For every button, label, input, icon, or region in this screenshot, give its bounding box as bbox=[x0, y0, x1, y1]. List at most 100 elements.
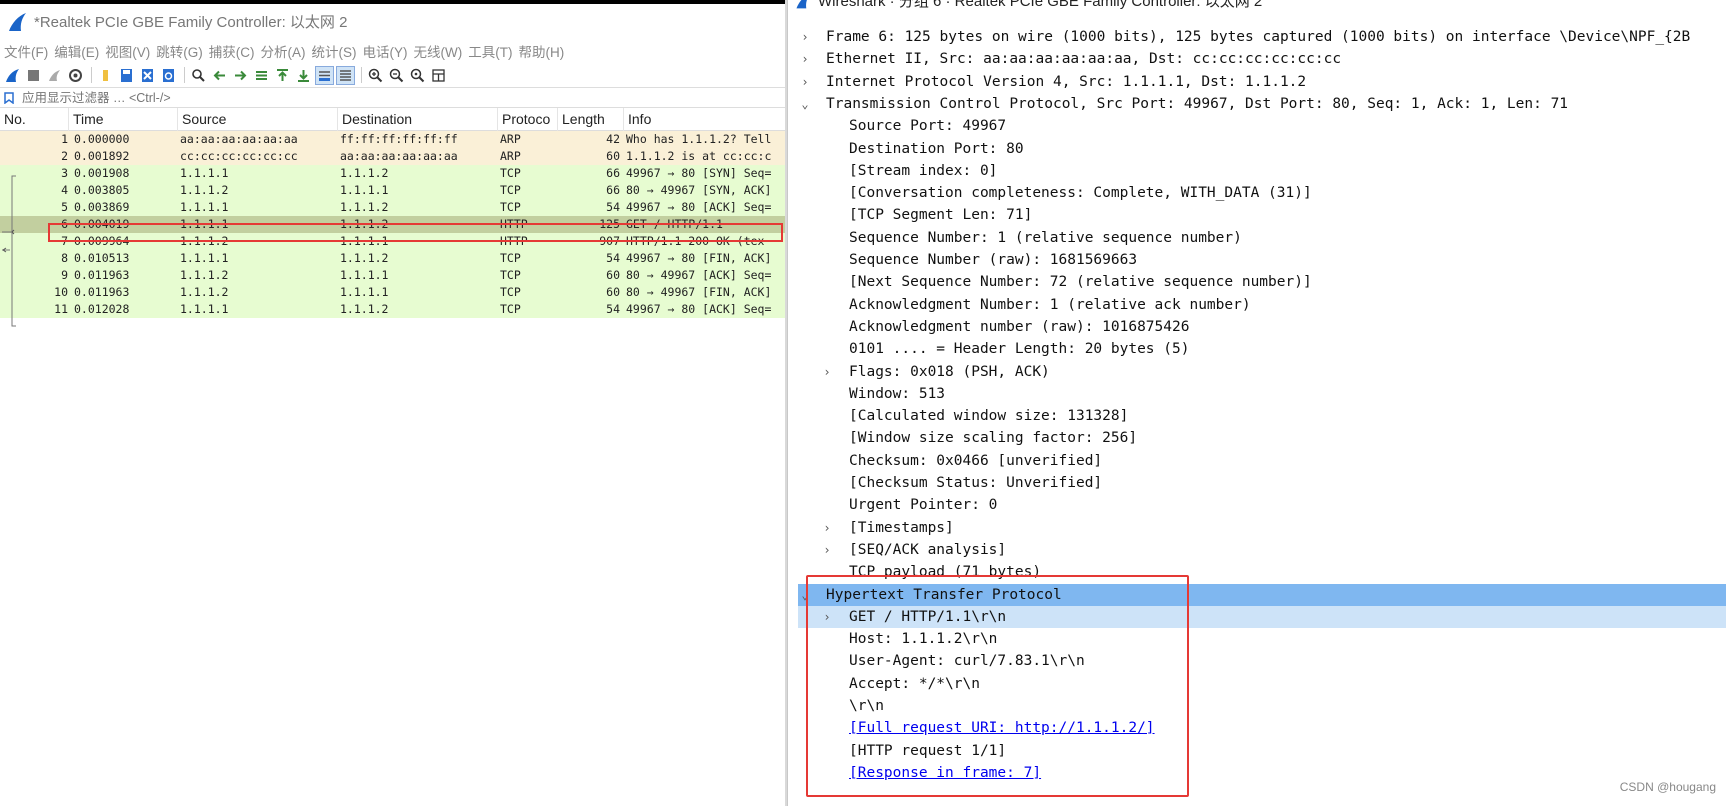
expanded-chevron-icon[interactable]: ⌄ bbox=[798, 584, 812, 606]
menu-item-10[interactable]: 帮助(H) bbox=[518, 41, 564, 61]
detail-tree-node[interactable]: User-Agent: curl/7.83.1\r\n bbox=[798, 650, 1726, 672]
detail-tree-node[interactable]: Urgent Pointer: 0 bbox=[798, 494, 1726, 516]
go-back-icon[interactable] bbox=[211, 67, 228, 84]
detail-tree-node[interactable]: Destination Port: 80 bbox=[798, 138, 1726, 160]
reload-file-icon[interactable] bbox=[160, 67, 177, 84]
detail-tree-node[interactable]: [Window size scaling factor: 256] bbox=[798, 427, 1726, 449]
detail-tree-node[interactable]: [Conversation completeness: Complete, WI… bbox=[798, 182, 1726, 204]
detail-tree-node[interactable]: [HTTP request 1/1] bbox=[798, 740, 1726, 762]
restart-capture-icon[interactable] bbox=[46, 67, 63, 84]
auto-scroll-icon[interactable] bbox=[315, 65, 334, 85]
find-packet-icon[interactable] bbox=[190, 67, 207, 84]
detail-tree-node[interactable]: Acknowledgment Number: 1 (relative ack n… bbox=[798, 294, 1726, 316]
detail-tree-node[interactable]: › Flags: 0x018 (PSH, ACK) bbox=[798, 361, 1726, 383]
resize-columns-icon[interactable] bbox=[430, 67, 447, 84]
menu-item-5[interactable]: 分析(A) bbox=[261, 41, 306, 61]
packet-row[interactable]: 3 0.001908 1.1.1.1 1.1.1.2 TCP 66 49967 → 80 [… bbox=[0, 165, 785, 182]
packet-row[interactable]: 4 0.003805 1.1.1.2 1.1.1.1 TCP 66 80 → 49967 [… bbox=[0, 182, 785, 199]
zoom-normal-icon[interactable] bbox=[409, 67, 426, 84]
detail-tree-node[interactable]: 0101 .... = Header Length: 20 bytes (5) bbox=[798, 338, 1726, 360]
detail-tree-node[interactable]: › GET / HTTP/1.1\r\n bbox=[798, 605, 1726, 629]
detail-tree-node[interactable]: Host: 1.1.1.2\r\n bbox=[798, 628, 1726, 650]
detail-tree-node[interactable]: Source Port: 49967 bbox=[798, 115, 1726, 137]
menu-item-1[interactable]: 编辑(E) bbox=[54, 41, 99, 61]
close-file-icon[interactable] bbox=[139, 67, 156, 84]
go-last-icon[interactable] bbox=[295, 67, 312, 84]
detail-tree-node[interactable]: ⌄ Hypertext Transfer Protocol bbox=[798, 583, 1726, 606]
bookmark-icon[interactable] bbox=[4, 91, 14, 104]
menu-item-6[interactable]: 统计(S) bbox=[312, 41, 357, 61]
detail-tree-node[interactable]: TCP payload (71 bytes) bbox=[798, 561, 1726, 583]
menu-item-2[interactable]: 视图(V) bbox=[105, 41, 150, 61]
column-header-no[interactable]: No. bbox=[0, 108, 68, 131]
packet-row[interactable]: 9 0.011963 1.1.1.2 1.1.1.1 TCP 60 80 → 49967 [… bbox=[0, 267, 785, 284]
packet-row[interactable]: 5 0.003869 1.1.1.1 1.1.1.2 TCP 54 49967 → 80 [… bbox=[0, 199, 785, 216]
collapsed-chevron-icon[interactable]: › bbox=[820, 517, 834, 539]
packet-row[interactable]: 1 0.000000 aa:aa:aa:aa:aa:aa ff:ff:ff:ff:ff… bbox=[0, 131, 785, 148]
menu-item-0[interactable]: 文件(F) bbox=[4, 41, 48, 61]
detail-tree-node[interactable]: Window: 513 bbox=[798, 383, 1726, 405]
detail-tree-node[interactable]: Checksum: 0x0466 [unverified] bbox=[798, 450, 1726, 472]
zoom-out-icon[interactable] bbox=[388, 67, 405, 84]
detail-tree-node[interactable]: › Frame 6: 125 bytes on wire (1000 bits),… bbox=[798, 26, 1726, 48]
detail-text: TCP payload (71 bytes) bbox=[849, 564, 1042, 581]
collapsed-chevron-icon[interactable]: › bbox=[798, 26, 812, 48]
detail-tree-node[interactable]: Acknowledgment number (raw): 1016875426 bbox=[798, 316, 1726, 338]
detail-tree-node[interactable]: › [Timestamps] bbox=[798, 517, 1726, 539]
collapsed-chevron-icon[interactable]: › bbox=[820, 361, 834, 383]
column-header-protocol[interactable]: Protoco bbox=[497, 108, 557, 131]
colorize-icon[interactable] bbox=[336, 65, 355, 85]
detail-link[interactable]: [Response in frame: 7] bbox=[849, 762, 1041, 784]
detail-tree-node[interactable]: ⌄ Transmission Control Protocol, Src Port… bbox=[798, 93, 1726, 115]
go-forward-icon[interactable] bbox=[232, 67, 249, 84]
detail-tree-node[interactable]: Sequence Number: 1 (relative sequence nu… bbox=[798, 227, 1726, 249]
save-file-icon[interactable] bbox=[118, 67, 135, 84]
open-file-icon[interactable] bbox=[97, 67, 114, 84]
stop-capture-icon[interactable] bbox=[25, 67, 42, 84]
packet-row[interactable]: 8 0.010513 1.1.1.1 1.1.1.2 TCP 54 49967 → 80 [… bbox=[0, 250, 785, 267]
detail-tree-node[interactable]: Sequence Number (raw): 1681569663 bbox=[798, 249, 1726, 271]
packet-row[interactable]: 2 0.001892 cc:cc:cc:cc:cc:cc aa:aa:aa:aa:aa… bbox=[0, 148, 785, 165]
go-to-packet-icon[interactable] bbox=[253, 67, 270, 84]
packet-cell-info: HTTP/1.1 200 OK (tex bbox=[626, 234, 765, 248]
detail-tree-node[interactable]: › [SEQ/ACK analysis] bbox=[798, 539, 1726, 561]
detail-tree-node[interactable]: › Internet Protocol Version 4, Src: 1.1.1… bbox=[798, 71, 1726, 93]
detail-tree-node[interactable]: \r\n bbox=[798, 695, 1726, 717]
expanded-chevron-icon[interactable]: ⌄ bbox=[798, 93, 812, 115]
detail-tree-node[interactable]: [Next Sequence Number: 72 (relative sequ… bbox=[798, 271, 1726, 293]
column-header-time[interactable]: Time bbox=[68, 108, 177, 131]
detail-text: Destination Port: 80 bbox=[849, 140, 1024, 157]
detail-tree-node[interactable]: [Calculated window size: 131328] bbox=[798, 405, 1726, 427]
menu-item-4[interactable]: 捕获(C) bbox=[209, 41, 255, 61]
detail-tree-node[interactable]: [Stream index: 0] bbox=[798, 160, 1726, 182]
detail-tree-node[interactable]: › Ethernet II, Src: aa:aa:aa:aa:aa:aa, Ds… bbox=[798, 48, 1726, 70]
column-header-source[interactable]: Source bbox=[177, 108, 337, 131]
zoom-in-icon[interactable] bbox=[367, 67, 384, 84]
packet-cell-len: 42 bbox=[606, 132, 620, 146]
capture-options-icon[interactable] bbox=[67, 67, 84, 84]
start-capture-icon[interactable] bbox=[4, 67, 21, 84]
menu-item-3[interactable]: 跳转(G) bbox=[156, 41, 203, 61]
packet-row[interactable]: 11 0.012028 1.1.1.1 1.1.1.2 TCP 54 49967 → 80 … bbox=[0, 301, 785, 318]
detail-tree-node[interactable]: [Full request URI: http://1.1.1.2/] bbox=[798, 717, 1726, 739]
menu-item-9[interactable]: 工具(T) bbox=[468, 41, 512, 61]
column-header-length[interactable]: Length bbox=[557, 108, 623, 131]
go-first-icon[interactable] bbox=[274, 67, 291, 84]
menu-item-7[interactable]: 电话(Y) bbox=[363, 41, 408, 61]
collapsed-chevron-icon[interactable]: › bbox=[798, 71, 812, 93]
column-header-destination[interactable]: Destination bbox=[337, 108, 497, 131]
packet-row[interactable]: 6 0.004019 1.1.1.1 1.1.1.2 HTTP 125 GET / HTTP… bbox=[0, 216, 785, 233]
collapsed-chevron-icon[interactable]: › bbox=[820, 539, 834, 561]
detail-tree-node[interactable]: [TCP Segment Len: 71] bbox=[798, 204, 1726, 226]
detail-tree-node[interactable]: [Response in frame: 7] bbox=[798, 762, 1726, 784]
packet-row[interactable]: 10 0.011963 1.1.1.2 1.1.1.1 TCP 60 80 → 49967 … bbox=[0, 284, 785, 301]
collapsed-chevron-icon[interactable]: › bbox=[798, 48, 812, 70]
display-filter-input[interactable] bbox=[20, 89, 624, 106]
packet-row[interactable]: 7 0.009964 1.1.1.2 1.1.1.1 HTTP 907 HTTP/1.1 2… bbox=[0, 233, 785, 250]
detail-link[interactable]: [Full request URI: http://1.1.1.2/] bbox=[849, 717, 1155, 739]
detail-tree-node[interactable]: Accept: */*\r\n bbox=[798, 673, 1726, 695]
column-header-info[interactable]: Info bbox=[623, 108, 785, 131]
menu-item-8[interactable]: 无线(W) bbox=[414, 41, 463, 61]
detail-tree-node[interactable]: [Checksum Status: Unverified] bbox=[798, 472, 1726, 494]
collapsed-chevron-icon[interactable]: › bbox=[820, 606, 834, 628]
